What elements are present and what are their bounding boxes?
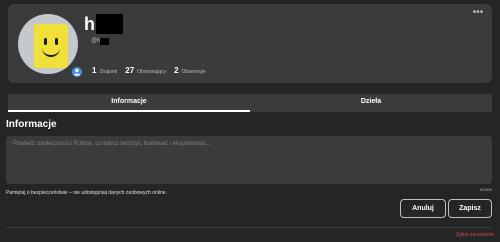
person-icon [74, 68, 80, 76]
footer-divider [6, 227, 492, 228]
stat-following-label: Obserwuje [181, 69, 206, 75]
safety-note: Pamiętaj o bezpieczeństwie – nie udostęp… [6, 190, 167, 196]
more-options-button[interactable]: ••• [470, 8, 486, 19]
about-textarea[interactable] [6, 136, 492, 184]
stat-followers-label: Obserwujący [137, 69, 167, 75]
about-section-title: Informacje [6, 119, 57, 130]
stat-friends[interactable]: 1 Znajomi [92, 66, 117, 75]
avatar-head [34, 24, 68, 68]
save-button[interactable]: Zapisz [448, 199, 492, 218]
stat-following[interactable]: 2 Obserwuje [174, 66, 205, 75]
stat-following-count: 2 [174, 66, 179, 75]
stat-followers-count: 27 [125, 66, 135, 75]
char-count: 0/1000 [479, 187, 492, 192]
avatar-image [18, 14, 78, 74]
avatar-mouth [42, 48, 60, 57]
profile-tabs: Informacje Dzieła [8, 94, 492, 112]
tab-about[interactable]: Informacje [8, 94, 250, 112]
tab-creations[interactable]: Dzieła [250, 94, 492, 112]
avatar[interactable] [18, 14, 84, 79]
display-name-redaction [96, 14, 123, 34]
stat-followers[interactable]: 27 Obserwujący [125, 66, 166, 75]
status-badge [70, 65, 84, 79]
stat-friends-label: Znajomi [99, 69, 118, 75]
avatar-right-eye [55, 38, 58, 45]
report-abuse-link[interactable]: Zgłoś naruszenie [456, 232, 494, 238]
profile-stats: 1 Znajomi 27 Obserwujący 2 Obserwuje [92, 66, 213, 75]
username-redaction [100, 38, 109, 45]
avatar-left-eye [44, 38, 47, 45]
display-name: h [84, 14, 95, 34]
cancel-button[interactable]: Anuluj [400, 199, 446, 218]
profile-header-card: h @h 1 Znajomi 27 Obserwujący 2 Obserwuj… [8, 4, 492, 83]
stat-friends-count: 1 [92, 66, 97, 75]
